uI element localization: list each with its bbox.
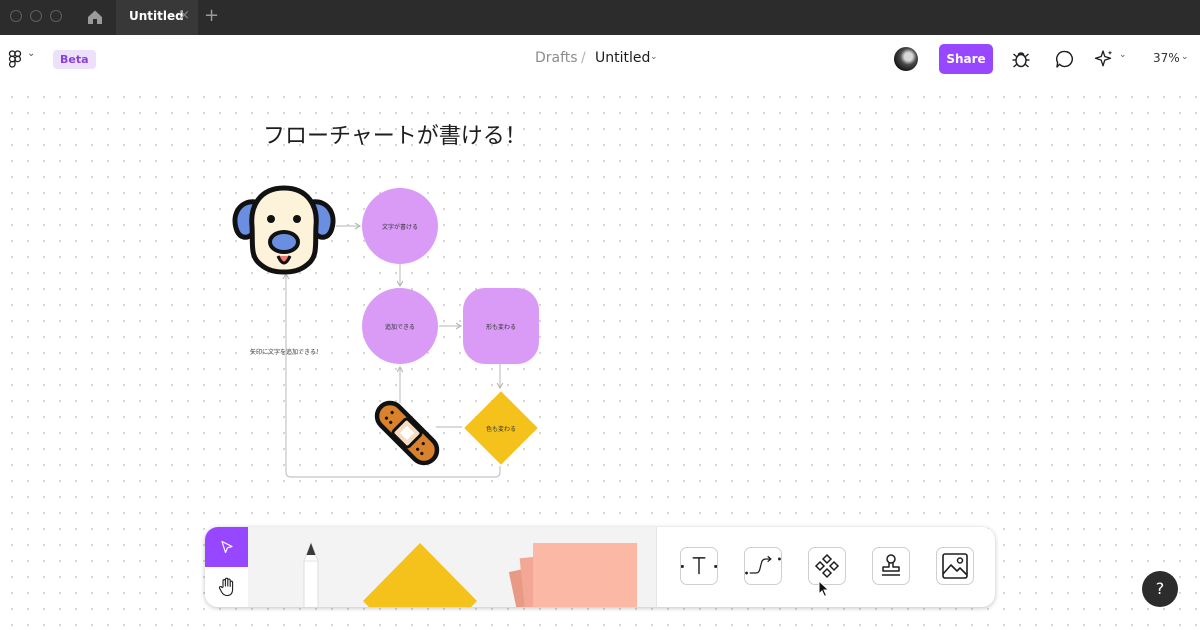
flow-node-add[interactable]: 追加できる: [362, 288, 438, 364]
pencil-tool[interactable]: [276, 535, 346, 607]
help-button[interactable]: ?: [1142, 571, 1178, 607]
dock-divider: [656, 527, 657, 607]
flow-node-color[interactable]: 色も変わる: [463, 390, 539, 466]
arrow-label[interactable]: 矢印に文字を追加できる！: [250, 347, 322, 356]
tool-dock: [205, 527, 995, 607]
mouse-pointer-icon: [818, 580, 830, 598]
flow-node-shape[interactable]: 形も変わる: [463, 288, 539, 364]
flow-node-label: 形も変わる: [485, 323, 516, 331]
text-tool[interactable]: [680, 547, 718, 585]
connector-tool-icon: [745, 555, 781, 575]
bandage-sticker[interactable]: [372, 398, 442, 468]
flow-node-label: 文字が書ける: [381, 223, 418, 231]
connector-tool[interactable]: [744, 547, 782, 585]
hand-tool[interactable]: [205, 567, 248, 607]
dog-sticker[interactable]: [230, 184, 338, 276]
flow-node-text[interactable]: 文字が書ける: [362, 188, 438, 264]
move-tool[interactable]: [205, 527, 248, 567]
shape-tool[interactable]: [361, 541, 479, 607]
cursor-arrow-icon: [220, 540, 233, 554]
text-tool-icon: [681, 557, 717, 575]
stamp-tool[interactable]: [872, 547, 910, 585]
flow-node-label: 色も変わる: [485, 425, 516, 433]
hand-icon: [218, 577, 233, 597]
stamp-icon: [882, 554, 900, 576]
tool-gallery: [248, 527, 656, 607]
sticky-note-tool[interactable]: [503, 539, 643, 607]
image-icon: [942, 553, 968, 579]
component-icon: [814, 553, 840, 579]
flow-node-label: 追加できる: [385, 323, 415, 331]
image-tool[interactable]: [936, 547, 974, 585]
